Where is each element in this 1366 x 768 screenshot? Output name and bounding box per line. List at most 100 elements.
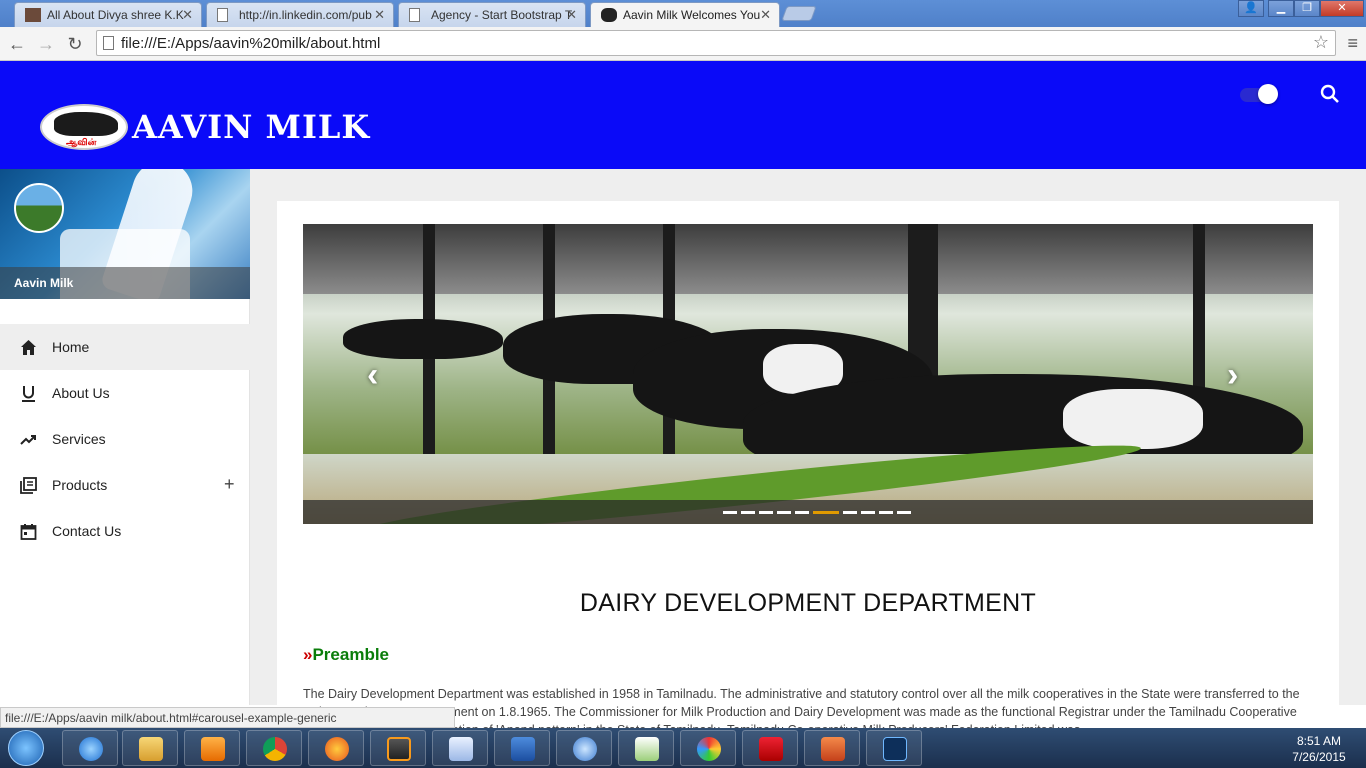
carousel-indicator-dot[interactable] bbox=[861, 511, 875, 514]
site-header: ஆவின் AAVIN MILK bbox=[0, 61, 1366, 169]
page-favicon-icon bbox=[217, 8, 228, 22]
carousel-indicator-dot[interactable] bbox=[795, 511, 809, 514]
sidebar-item-services[interactable]: Services bbox=[0, 416, 250, 462]
cow-logo-icon bbox=[54, 112, 118, 136]
bookmark-star-icon[interactable]: ☆ bbox=[1313, 32, 1329, 53]
browser-tab-strip: All About Divya shree K.K ✕ http://in.li… bbox=[0, 0, 1366, 28]
subheading-text: Preamble bbox=[312, 645, 390, 664]
section-subheading: »Preamble bbox=[303, 645, 389, 665]
search-icon[interactable] bbox=[1320, 84, 1340, 104]
browser-tab-2[interactable]: http://in.linkedin.com/pub ✕ bbox=[206, 2, 394, 27]
sidebar-item-contact-us[interactable]: Contact Us bbox=[0, 508, 250, 554]
list-book-icon bbox=[20, 477, 37, 494]
taskbar-photoshop-icon[interactable] bbox=[866, 730, 922, 766]
carousel-next-arrow-icon[interactable]: › bbox=[1227, 356, 1238, 395]
sidebar-item-label: About Us bbox=[52, 385, 110, 401]
sidebar-item-about-us[interactable]: About Us bbox=[0, 370, 250, 416]
windows-taskbar: 8:51 AM 7/26/2015 bbox=[0, 728, 1366, 768]
browser-toolbar: ← → ↻ file:///E:/Apps/aavin%20milk/about… bbox=[0, 27, 1366, 61]
close-tab-icon[interactable]: ✕ bbox=[566, 7, 577, 23]
profile-favicon-icon bbox=[25, 8, 41, 22]
new-tab-button[interactable] bbox=[781, 6, 817, 21]
logo-text: ஆவின் bbox=[66, 137, 97, 147]
image-carousel[interactable]: ‹ › bbox=[303, 224, 1313, 524]
address-bar[interactable]: file:///E:/Apps/aavin%20milk/about.html … bbox=[96, 30, 1336, 56]
page-heading: DAIRY DEVELOPMENT DEPARTMENT bbox=[579, 589, 1037, 617]
taskbar-powerpoint-icon[interactable] bbox=[804, 730, 860, 766]
taskbar-firefox-icon[interactable] bbox=[308, 730, 364, 766]
carousel-indicator-dot[interactable] bbox=[777, 511, 791, 514]
forward-arrow-icon[interactable]: → bbox=[35, 33, 57, 55]
barn-roof bbox=[303, 224, 1313, 294]
toggle-knob bbox=[1258, 84, 1278, 104]
avatar[interactable] bbox=[14, 183, 64, 233]
taskbar-network-icon[interactable] bbox=[556, 730, 612, 766]
browser-tab-3[interactable]: Agency - Start Bootstrap T ✕ bbox=[398, 2, 586, 27]
taskbar-sublime-icon[interactable] bbox=[370, 730, 426, 766]
sidebar-item-products[interactable]: Products + bbox=[0, 462, 250, 508]
taskbar-snipping-tool-icon[interactable] bbox=[432, 730, 488, 766]
clock-time: 8:51 AM bbox=[1296, 734, 1342, 748]
brand-title[interactable]: AAVIN MILK bbox=[132, 108, 370, 146]
hero-caption-bar: Aavin Milk bbox=[0, 267, 250, 299]
carousel-indicator-dot[interactable] bbox=[879, 511, 893, 514]
sidebar-item-home[interactable]: Home bbox=[0, 324, 250, 370]
carousel-indicator-dot[interactable] bbox=[897, 511, 911, 514]
tab-title: All About Divya shree K.K bbox=[47, 8, 184, 22]
taskbar-word-icon[interactable] bbox=[494, 730, 550, 766]
tab-title: Agency - Start Bootstrap T bbox=[431, 8, 573, 22]
hero-caption: Aavin Milk bbox=[14, 276, 74, 290]
carousel-prev-arrow-icon[interactable]: ‹ bbox=[367, 356, 378, 395]
left-sidebar: Aavin Milk Home About Us Services Produc… bbox=[0, 169, 250, 705]
minimize-button[interactable]: ▁ bbox=[1268, 0, 1294, 17]
cow-figure bbox=[343, 319, 503, 359]
sidebar-item-label: Contact Us bbox=[52, 523, 122, 539]
theme-toggle[interactable] bbox=[1240, 84, 1278, 104]
taskbar-media-player-icon[interactable] bbox=[184, 730, 240, 766]
aavin-logo[interactable]: ஆவின் bbox=[40, 104, 128, 150]
browser-tab-1[interactable]: All About Divya shree K.K ✕ bbox=[14, 2, 202, 27]
taskbar-ie-icon[interactable] bbox=[62, 730, 118, 766]
sidebar-hero-image: Aavin Milk bbox=[0, 169, 250, 299]
browser-tab-4[interactable]: Aavin Milk Welcomes You ✕ bbox=[590, 2, 780, 28]
page-favicon-icon bbox=[409, 8, 420, 22]
back-arrow-icon[interactable]: ← bbox=[6, 33, 28, 55]
sidebar-nav: Home About Us Services Products + Contac… bbox=[0, 324, 250, 554]
taskbar-clock[interactable]: 8:51 AM 7/26/2015 bbox=[1284, 733, 1354, 765]
home-icon bbox=[21, 340, 36, 355]
carousel-indicator-dot[interactable] bbox=[723, 511, 737, 514]
sidebar-item-label: Home bbox=[52, 339, 90, 355]
taskbar-paint-icon[interactable] bbox=[680, 730, 736, 766]
chrome-menu-icon[interactable]: ≡ bbox=[1347, 33, 1358, 54]
carousel-indicator-dot[interactable] bbox=[741, 511, 755, 514]
browser-status-bar: file:///E:/Apps/aavin milk/about.html#ca… bbox=[0, 707, 455, 728]
carousel-indicator-dot[interactable] bbox=[759, 511, 773, 514]
page-icon bbox=[103, 36, 114, 50]
carousel-indicator-dot[interactable] bbox=[813, 511, 839, 514]
user-profile-icon[interactable]: 👤 bbox=[1238, 0, 1264, 17]
calendar-icon bbox=[20, 524, 37, 540]
close-tab-icon[interactable]: ✕ bbox=[760, 7, 771, 23]
reload-icon[interactable]: ↻ bbox=[64, 33, 86, 55]
tab-title: http://in.linkedin.com/pub bbox=[239, 8, 372, 22]
close-window-button[interactable]: ✕ bbox=[1320, 0, 1364, 17]
taskbar-explorer-icon[interactable] bbox=[122, 730, 178, 766]
clock-date: 7/26/2015 bbox=[1292, 750, 1346, 764]
carousel-indicator-dot[interactable] bbox=[843, 511, 857, 514]
taskbar-notepad-icon[interactable] bbox=[618, 730, 674, 766]
address-text: file:///E:/Apps/aavin%20milk/about.html bbox=[121, 35, 381, 52]
cow-favicon-icon bbox=[601, 8, 617, 22]
maximize-button[interactable]: ❐ bbox=[1294, 0, 1320, 17]
expand-plus-icon[interactable]: + bbox=[224, 474, 235, 495]
tab-title: Aavin Milk Welcomes You bbox=[623, 8, 761, 22]
taskbar-acrobat-icon[interactable] bbox=[742, 730, 798, 766]
underline-u-icon bbox=[22, 386, 35, 402]
close-tab-icon[interactable]: ✕ bbox=[374, 7, 385, 23]
sidebar-item-label: Products bbox=[52, 477, 108, 493]
sidebar-item-label: Services bbox=[52, 431, 106, 447]
start-button[interactable] bbox=[8, 730, 44, 766]
taskbar-chrome-icon[interactable] bbox=[246, 730, 302, 766]
carousel-indicator-bar bbox=[303, 500, 1313, 524]
close-tab-icon[interactable]: ✕ bbox=[182, 7, 193, 23]
trending-up-icon bbox=[20, 435, 36, 445]
